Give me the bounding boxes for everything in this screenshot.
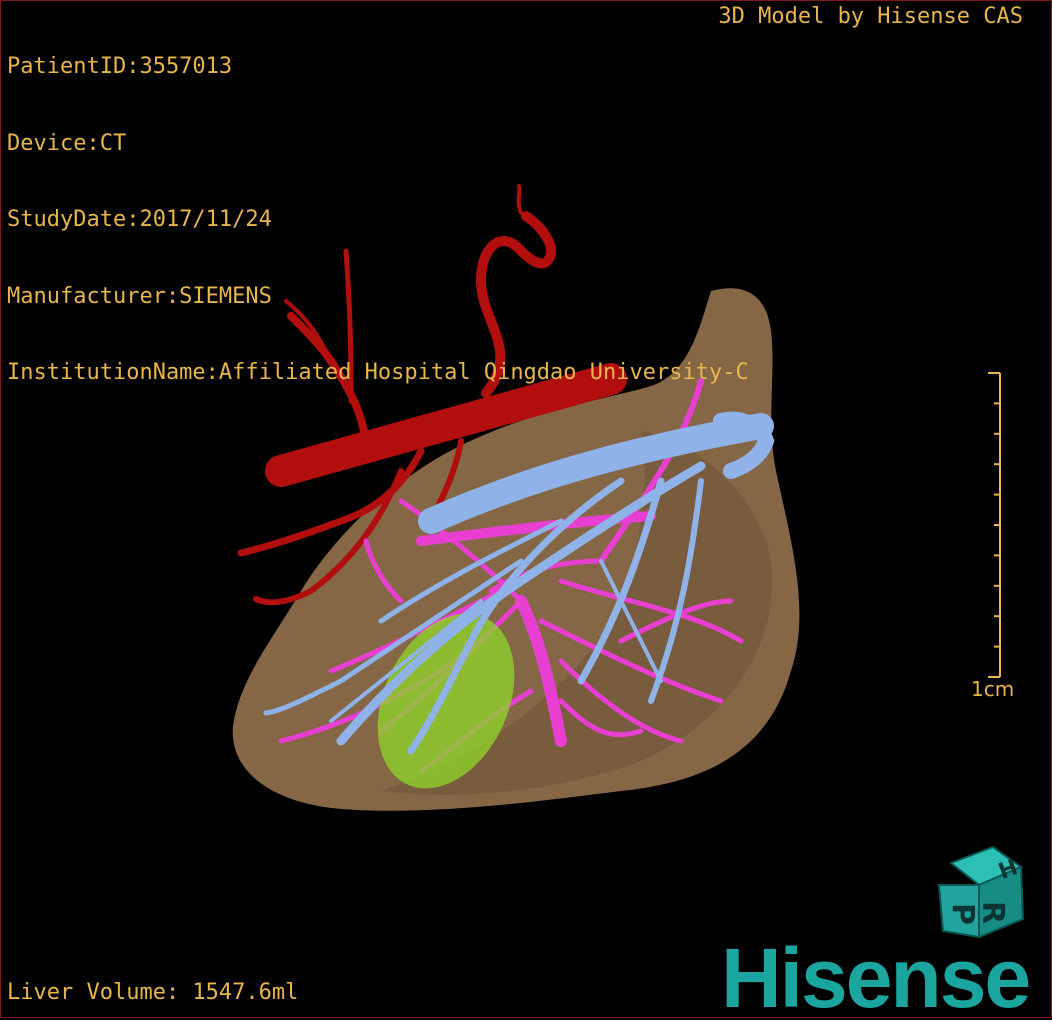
liver-volume: Liver Volume: 1547.6ml bbox=[7, 979, 299, 1005]
scale-bar bbox=[988, 372, 1001, 678]
3d-viewport[interactable]: PatientID:3557013 Device:CT StudyDate:20… bbox=[0, 0, 1052, 1018]
institution-name: InstitutionName:Affiliated Hospital Qing… bbox=[7, 360, 749, 385]
study-date: StudyDate:2017/11/24 bbox=[7, 207, 272, 232]
device: Device:CT bbox=[7, 130, 127, 156]
cube-face-p: P bbox=[945, 903, 980, 925]
scale-label: 1cm bbox=[971, 677, 1015, 701]
study-info: PatientID:3557013 Device:CT StudyDate:20… bbox=[7, 3, 749, 437]
cube-face-r: R bbox=[975, 901, 1010, 924]
hisense-logo: Hisense bbox=[721, 931, 1031, 1018]
patient-id: PatientID:3557013 bbox=[7, 54, 233, 79]
manufacturer: Manufacturer:SIEMENS bbox=[7, 283, 272, 309]
model-credit: 3D Model by Hisense CAS bbox=[718, 4, 1023, 29]
